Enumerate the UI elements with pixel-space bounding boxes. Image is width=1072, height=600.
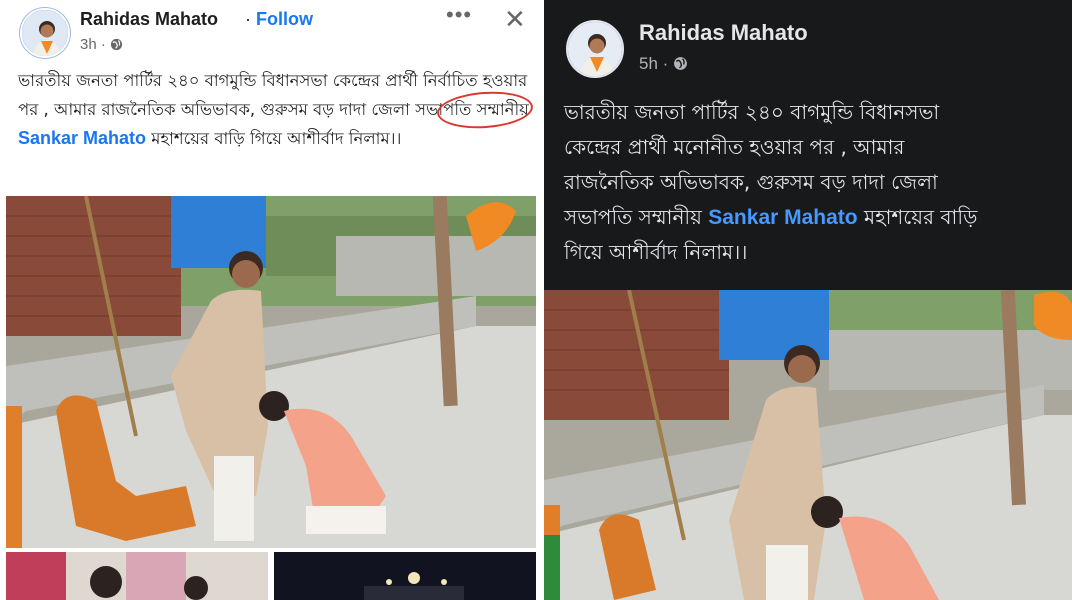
left-post-screenshot: Rahidas Mahato · Follow 3h · ••• ✕ ভারতী… [0,0,540,600]
post-photo[interactable] [6,196,536,548]
dark-post-card: Rahidas Mahato 5h · ভারতীয় জনতা পার্টির… [544,0,1072,290]
post-text-line: ভারতীয় জনতা পার্টির ২৪০ বাগমুন্ডি বিধান… [564,100,940,124]
photo-thumbnail[interactable] [274,552,536,600]
post-timestamp[interactable]: 3h · [80,36,123,53]
avatar[interactable] [566,20,624,78]
separator-dot: · [245,9,251,29]
author-name[interactable]: Rahidas Mahato [80,9,218,30]
more-options-icon[interactable]: ••• [446,2,472,28]
post-text-part2: মহাশয়ের বাড়ি গিয়ে আশীর্বাদ নিলাম।। [146,129,402,148]
more-photos-strip [6,552,536,600]
timestamp-text: 5h · [639,54,669,73]
mention-link[interactable]: Sankar Mahato [708,206,857,229]
post-text-fragment: মহাশয়ের বাড়ি [857,205,978,229]
post-text-line: গিয়ে আশীর্বাদ নিলাম।। [564,240,748,264]
follow-button[interactable]: Follow [256,9,313,30]
post-photo[interactable] [544,290,1072,600]
photo-thumbnail[interactable] [6,552,268,600]
post-timestamp[interactable]: 5h · [639,54,688,74]
post-text-line: রাজনৈতিক অভিভাবক, গুরুসম বড় দাদা জেলা [564,170,938,194]
author-name[interactable]: Rahidas Mahato [639,20,808,46]
avatar[interactable] [20,8,70,58]
post-text-line: কেন্দ্রের প্রার্থী মনোনীত হওয়ার পর , আম… [564,135,905,159]
post-text-fragment: সভাপতি সম্মানীয় [564,205,709,229]
post-header: Rahidas Mahato · Follow 3h · ••• ✕ [0,0,540,60]
close-icon[interactable]: ✕ [504,4,526,35]
mention-link[interactable]: Sankar Mahato [18,128,146,148]
globe-icon [673,56,688,71]
post-text-line: সভাপতি সম্মানীয় Sankar Mahato মহাশয়ের … [564,200,1069,235]
timestamp-text: 3h · [80,36,106,53]
globe-icon [110,38,123,51]
post-text: ভারতীয় জনতা পার্টির ২৪০ বাগমুন্ডি বিধান… [564,95,1069,270]
right-post-screenshot: Rahidas Mahato 5h · ভারতীয় জনতা পার্টির… [544,0,1072,600]
